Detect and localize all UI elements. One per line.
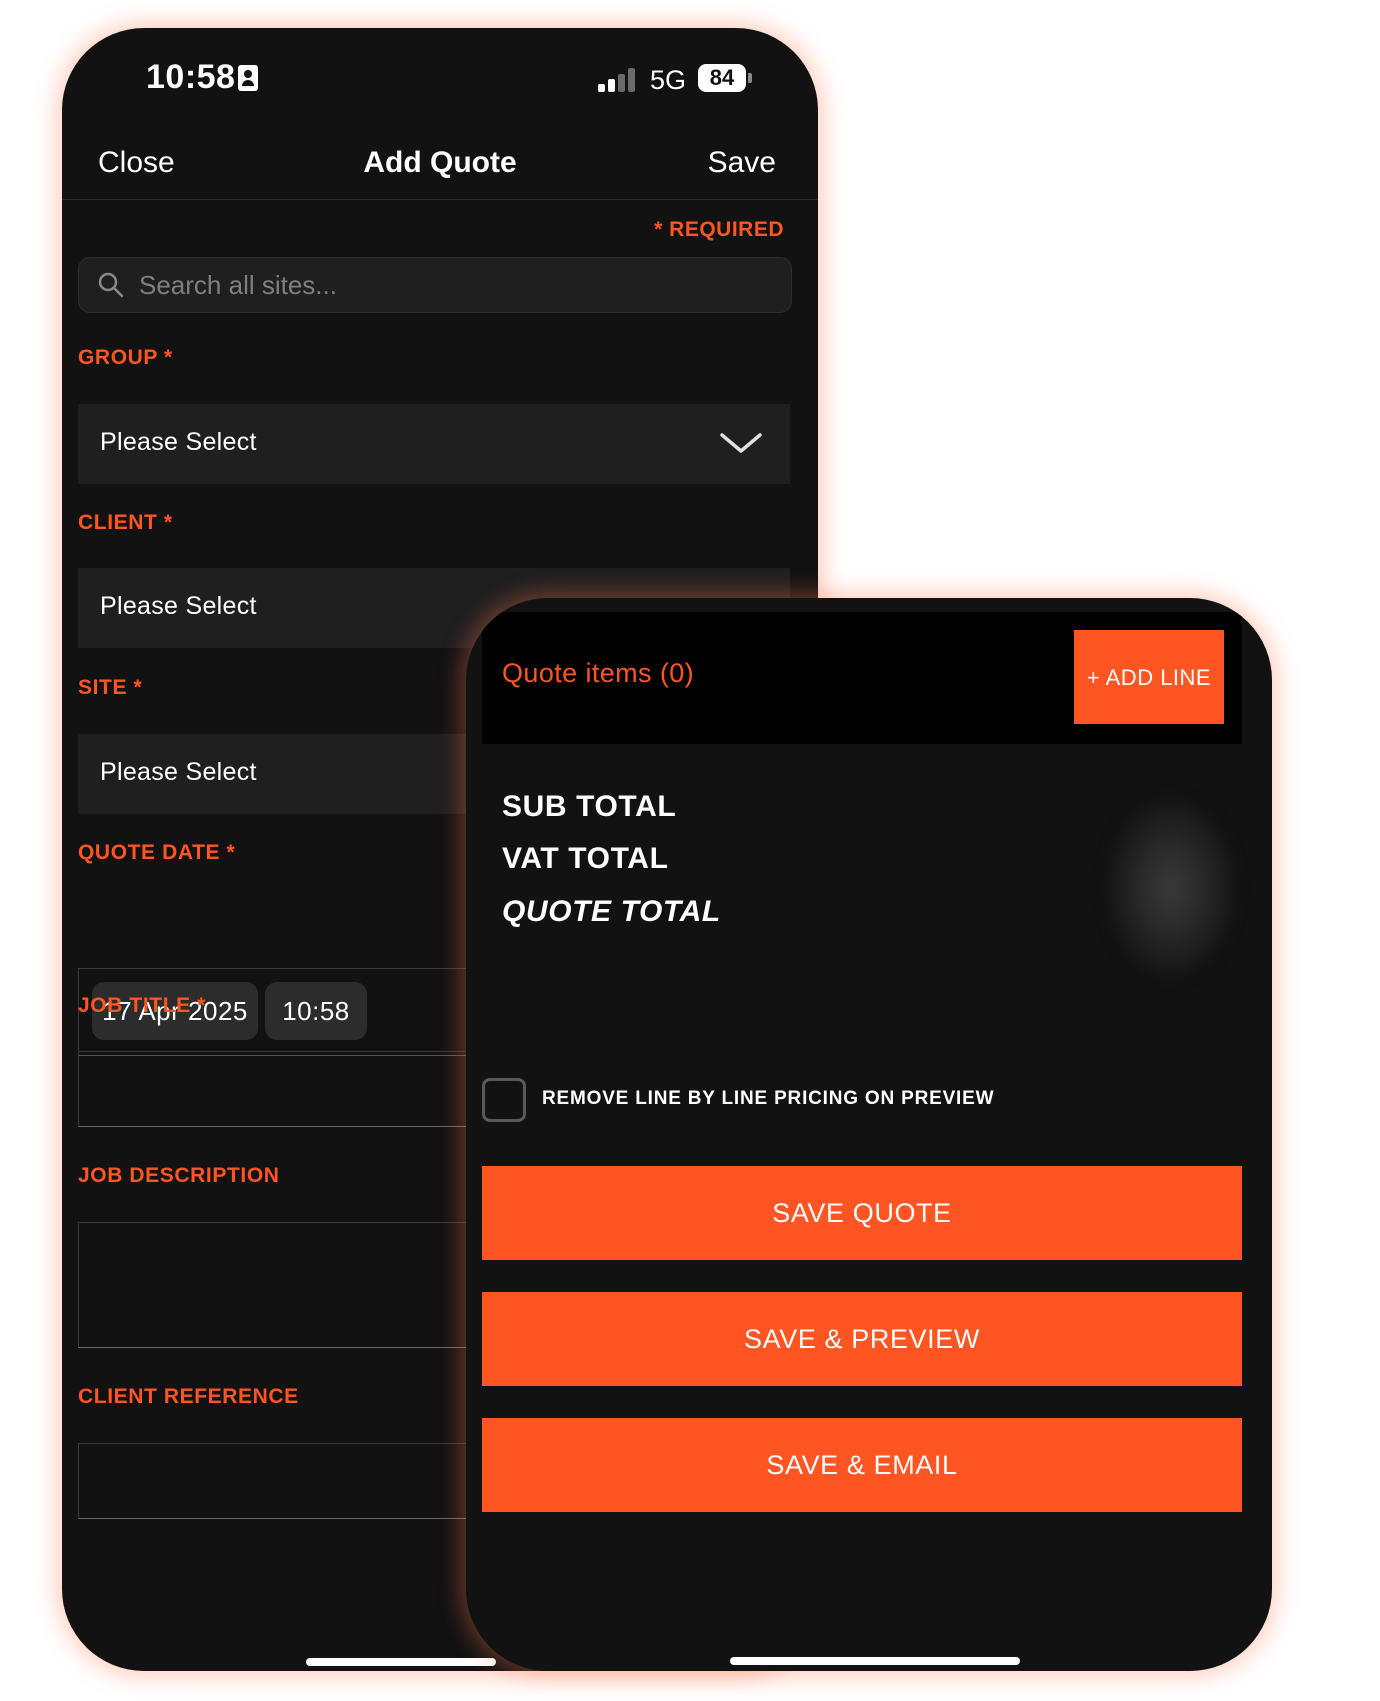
redacted-totals <box>1106 798 1236 978</box>
save-email-button[interactable]: SAVE & EMAIL <box>482 1418 1242 1512</box>
battery-icon: 84 <box>698 64 746 92</box>
nav-divider <box>62 199 818 200</box>
search-icon <box>98 272 124 298</box>
contact-card-icon <box>238 65 258 91</box>
add-line-button[interactable]: + ADD LINE <box>1074 630 1224 724</box>
client-reference-label: CLIENT REFERENCE <box>78 1385 299 1408</box>
status-time: 10:58 <box>146 58 236 96</box>
job-description-label: JOB DESCRIPTION <box>78 1164 280 1187</box>
search-placeholder: Search all sites... <box>139 270 337 300</box>
client-label: CLIENT * <box>78 511 173 534</box>
cellular-signal-icon <box>598 68 638 92</box>
quote-total-label: QUOTE TOTAL <box>502 895 721 928</box>
time-picker-button[interactable]: 10:58 <box>265 982 367 1040</box>
save-preview-button[interactable]: SAVE & PREVIEW <box>482 1292 1242 1386</box>
remove-pricing-label[interactable]: REMOVE LINE BY LINE PRICING ON PREVIEW <box>542 1088 994 1110</box>
required-note: * REQUIRED <box>654 218 784 241</box>
sub-total-label: SUB TOTAL <box>502 790 677 823</box>
group-label: GROUP * <box>78 346 173 369</box>
save-button[interactable]: Save <box>708 146 776 180</box>
network-type: 5G <box>650 65 687 95</box>
quote-summary-screen: Quote items (0) + ADD LINE SUB TOTAL VAT… <box>466 598 1272 1671</box>
chevron-down-icon <box>720 433 762 453</box>
remove-pricing-checkbox[interactable] <box>482 1078 526 1122</box>
page-title: Add Quote <box>363 146 517 179</box>
quote-items-title[interactable]: Quote items (0) <box>502 658 694 689</box>
quote-items-header: Quote items (0) + ADD LINE <box>482 612 1242 744</box>
save-quote-button[interactable]: SAVE QUOTE <box>482 1166 1242 1260</box>
site-select-value: Please Select <box>100 758 257 786</box>
home-indicator <box>730 1657 1020 1665</box>
group-select-value: Please Select <box>100 428 257 456</box>
site-search-input[interactable]: Search all sites... <box>78 257 792 313</box>
home-indicator <box>306 1658 496 1666</box>
site-label: SITE * <box>78 676 143 699</box>
group-select[interactable]: Please Select <box>78 404 790 484</box>
battery-tip <box>748 73 752 83</box>
vat-total-label: VAT TOTAL <box>502 842 669 875</box>
quote-date-label: QUOTE DATE * <box>78 841 236 864</box>
client-select-value: Please Select <box>100 592 257 620</box>
job-title-label: JOB TITLE * <box>78 994 206 1017</box>
